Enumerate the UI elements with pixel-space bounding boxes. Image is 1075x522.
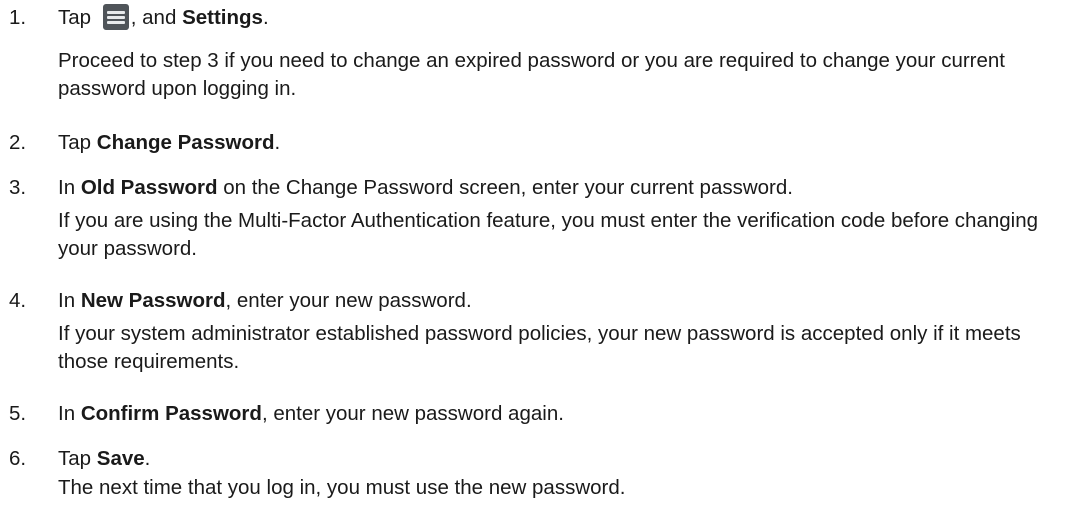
step-note: If your system administrator established… [58,322,1021,373]
step-content: Tap , and Settings. Proceed to step 3 if… [58,3,1068,103]
save-label: Save [96,447,145,470]
step-number: 6. [9,447,27,470]
step-content: Tap Change Password. [58,128,1068,158]
step-instruction: In Old Password on the Change Password s… [58,176,793,199]
step-number: 3. [9,176,27,199]
step-number: 5. [9,402,27,425]
step-instruction: Tap Change Password. [58,131,281,154]
menu-icon [102,4,129,30]
confirm-password-label: Confirm Password [80,402,262,425]
step-number: 2. [9,131,27,154]
step-instruction: Tap Save. [58,447,151,470]
old-password-label: Old Password [80,176,218,199]
step-content: Tap Save. The next time that you log in,… [58,444,1068,502]
change-password-label: Change Password [96,131,275,154]
step-instruction: In Confirm Password, enter your new pass… [58,402,564,425]
step-content: In Old Password on the Change Password s… [58,173,1068,263]
step-number: 4. [9,289,27,312]
step-note: If you are using the Multi-Factor Authen… [58,209,1039,260]
step-result: The next time that you log in, you must … [58,476,626,499]
step-number: 1. [9,6,27,29]
step-instruction: In New Password, enter your new password… [58,289,472,312]
step-note: Proceed to step 3 if you need to change … [58,49,1006,100]
settings-label: Settings [182,6,263,29]
new-password-label: New Password [80,289,226,312]
step-content: In New Password, enter your new password… [58,286,1068,376]
step-content: In Confirm Password, enter your new pass… [58,399,1068,429]
step-instruction: Tap , and Settings. [58,4,269,30]
